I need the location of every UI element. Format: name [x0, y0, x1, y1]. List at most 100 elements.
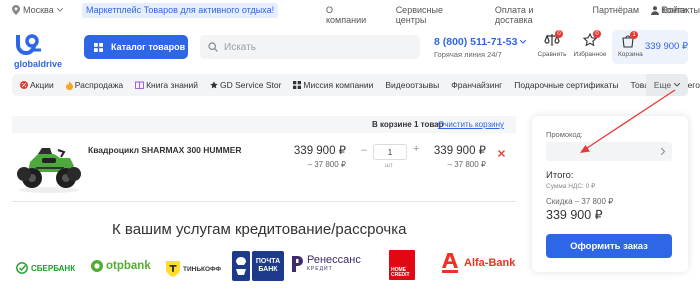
nav-label: Франчайзинг [451, 80, 503, 90]
bank-label: СБЕРБАНК [31, 263, 76, 273]
logo[interactable]: globaldrive [14, 33, 62, 69]
bank-label: Alfa-Bank [464, 257, 516, 269]
top-links: О компании Сервисные центры Оплата и дос… [326, 5, 700, 25]
grid-icon [293, 81, 302, 89]
logo-text: globaldrive [14, 59, 63, 69]
chevron-down-icon [56, 8, 63, 12]
line-total: 339 900 ₽ – 37 800 ₽ [424, 143, 486, 169]
compare-button[interactable]: 0 Сравнить [537, 30, 567, 58]
total-value: 339 900 ₽ [546, 208, 603, 222]
state-emblem-icon [232, 251, 250, 281]
close-icon [498, 150, 505, 157]
unit-price-value: 339 900 ₽ [293, 145, 346, 157]
search-input[interactable]: Искать [200, 35, 420, 59]
vat-note: Сумма НДС: 0 ₽ [546, 183, 596, 190]
cart-count: 1 [630, 31, 638, 39]
alfa-logo-icon [442, 253, 458, 273]
login-label: Войти [662, 5, 688, 15]
grid-icon [94, 42, 103, 52]
favorites-button[interactable]: 0 Избранное [572, 30, 608, 58]
chevron-down-icon [674, 83, 681, 87]
nav-label: Распродажа [74, 80, 124, 90]
nav-item-video-reviews[interactable]: Видеоотзывы [385, 80, 439, 90]
phone-number[interactable]: 8 (800) 511-71-53 [434, 36, 517, 48]
nav-label: Акции [30, 80, 54, 90]
bank-label: HOME CREDIT [391, 267, 410, 278]
city-label: Москва [23, 5, 54, 15]
product-name[interactable]: Квадроцикл SHARMAX 300 HUMMER [88, 145, 242, 155]
logo-mark-icon [16, 34, 41, 55]
catalog-button[interactable]: Каталог товаров [84, 35, 188, 59]
nav-item-sales[interactable]: Акции [20, 80, 54, 90]
remove-item-button[interactable] [498, 144, 505, 162]
sberbank-logo-icon [16, 262, 28, 274]
otp-logo-icon [91, 260, 103, 272]
promo-banner[interactable]: Маркетплейс Товаров для активного отдыха… [82, 3, 279, 18]
quantity-input[interactable]: 1 [373, 144, 407, 160]
bank-otp[interactable]: otpbank [90, 259, 151, 273]
nav-item-clearance[interactable]: Распродажа [65, 80, 124, 90]
cart-button[interactable]: 1 Корзина 339 900 ₽ [612, 30, 688, 64]
top-link-partners[interactable]: Партнёрам [593, 5, 640, 25]
bank-alfa[interactable]: Alfa-Bank [442, 253, 515, 273]
percent-icon [20, 81, 28, 89]
cart-header: В корзине 1 товар Очистить корзину [12, 116, 516, 133]
catalog-label: Каталог товаров [111, 42, 186, 52]
bank-logos: СБЕРБАНК otpbank ТИНЬКОФФ ПОЧТА БАНК Рен… [16, 250, 520, 282]
divider [12, 201, 516, 202]
top-bar: Москва Маркетплейс Товаров для активного… [0, 0, 700, 25]
bank-label: ТИНЬКОФФ [183, 265, 222, 273]
bank-label: ПОЧТА БАНК [255, 258, 281, 273]
phone-block[interactable]: 8 (800) 511-71-53 Горячая линия 24/7 [434, 36, 527, 59]
nav-label: Миссия компании [303, 80, 374, 90]
annotation-arrow-icon [580, 89, 676, 153]
unit-price-discount: – 37 800 ₽ [307, 160, 346, 169]
bank-home-credit[interactable]: HOME CREDIT [389, 250, 415, 280]
submit-order-button[interactable]: Оформить заказ [546, 234, 672, 258]
phone-note: Горячая линия 24/7 [434, 50, 502, 59]
favorites-label: Избранное [573, 51, 607, 58]
decrease-button[interactable]: – [361, 144, 367, 156]
book-icon [135, 81, 145, 89]
bank-label: Ренессанс [307, 254, 361, 266]
bank-tinkoff[interactable]: ТИНЬКОФФ [166, 261, 221, 277]
nav-item-mission[interactable]: Миссия компании [293, 80, 373, 90]
unit-price: 339 900 ₽ – 37 800 ₽ [284, 143, 346, 169]
cart-total: 339 900 ₽ [645, 41, 689, 52]
nav-item-franchise[interactable]: Франчайзинг [451, 80, 502, 90]
atv-image [17, 148, 81, 193]
nav-item-knowledge-book[interactable]: Книга знаний [135, 80, 198, 90]
fire-icon [65, 80, 73, 90]
credit-title: К вашим услугам кредитование/рассрочка [112, 221, 407, 238]
discount-text: Скидка – 37 800 ₽ [546, 197, 614, 206]
line-total-value: 339 900 ₽ [433, 145, 486, 157]
bank-pochta[interactable]: ПОЧТА БАНК [252, 251, 284, 281]
nav-item-gd-service[interactable]: GD Service Stor [210, 80, 281, 90]
chevron-down-icon [520, 40, 527, 44]
tinkoff-shield-icon [166, 261, 180, 277]
increase-button[interactable]: + [413, 143, 419, 155]
cart-label: Корзина [618, 51, 643, 58]
bank-sublabel: КРЕДИТ [307, 266, 333, 272]
login-button[interactable]: Войти [651, 5, 687, 15]
clear-cart-link[interactable]: Очистить корзину [438, 120, 504, 129]
top-link-service[interactable]: Сервисные центры [396, 5, 473, 25]
bank-renessans[interactable]: Ренессанс КРЕДИТ [292, 255, 361, 272]
product-image[interactable] [16, 140, 82, 199]
search-icon [208, 42, 218, 52]
top-link-about[interactable]: О компании [326, 5, 374, 25]
city-selector[interactable]: Москва [12, 5, 63, 15]
location-pin-icon [12, 5, 20, 15]
quantity-unit: шт [385, 163, 393, 169]
bank-label: otpbank [106, 260, 151, 272]
renessans-logo-icon [292, 255, 303, 272]
compare-label: Сравнить [537, 51, 567, 58]
cart-summary: В корзине 1 товар [372, 120, 444, 129]
total-label: Итого: [546, 170, 574, 181]
compare-count: 0 [555, 30, 563, 38]
nav-label: Книга знаний [146, 80, 199, 90]
star-icon [210, 81, 218, 89]
top-link-payment[interactable]: Оплата и доставка [495, 5, 571, 25]
line-total-discount: – 37 800 ₽ [447, 160, 486, 169]
bank-sberbank[interactable]: СБЕРБАНК [16, 262, 75, 274]
